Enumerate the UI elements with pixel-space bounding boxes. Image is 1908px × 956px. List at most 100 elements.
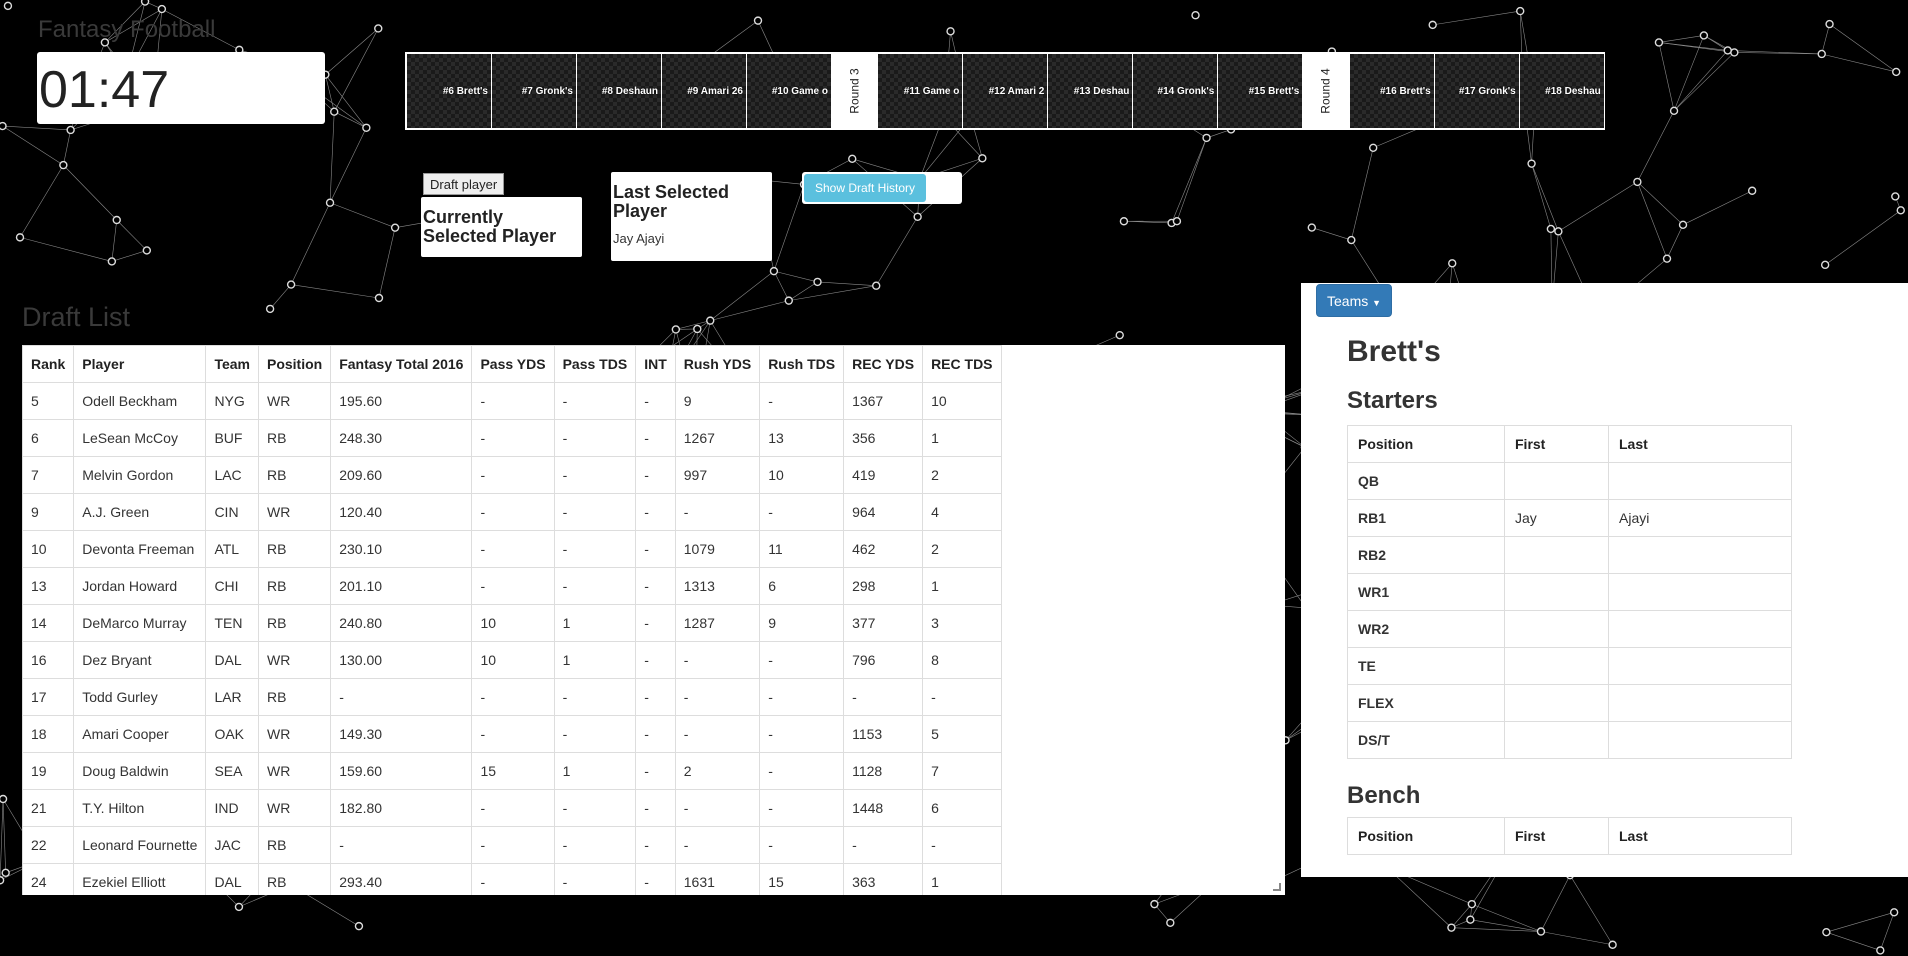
network-link [329, 111, 335, 203]
table-cell: - [471, 456, 555, 494]
network-link [63, 129, 71, 166]
draft-order-strip: #6 Brett's #7 Gronk's #8 Deshaun #9 Amari 2… [405, 52, 1605, 130]
draft-player-button[interactable]: Draft player [423, 173, 505, 195]
column-header: Last [1608, 425, 1792, 463]
network-node [769, 266, 779, 276]
teams-dropdown-button[interactable]: Teams ▼ [1316, 284, 1393, 317]
table-cell: 964 [843, 493, 924, 531]
table-row[interactable]: 24 Ezekiel Elliott DAL RB 293.40- - -1631 15 363… [22, 863, 1002, 895]
table-cell: 6 [759, 567, 845, 605]
resize-handle-icon[interactable] [1273, 883, 1281, 891]
table-cell: 9 [674, 382, 761, 420]
draft-pick-slot[interactable]: #13 Deshau [1048, 54, 1132, 128]
table-cell: - [674, 826, 761, 864]
network-node [1876, 946, 1885, 955]
table-cell: - [759, 826, 845, 864]
pick-label: #11 Game o [903, 85, 960, 97]
network-node [1191, 11, 1200, 20]
network-node [946, 27, 955, 36]
network-link [2, 798, 6, 873]
table-cell: BUF [205, 419, 259, 457]
table-row[interactable]: 21 T.Y. Hilton IND WR 182.80- - - - -1448 6 [22, 789, 1002, 827]
table-cell: CIN [205, 493, 259, 531]
column-header: Pass TDS [553, 345, 637, 383]
network-node [1448, 259, 1457, 268]
network-node [1633, 177, 1642, 187]
network-link [1826, 931, 1881, 951]
column-header: Rush TDS [759, 345, 845, 383]
network-node [848, 154, 857, 163]
roster-last [1608, 684, 1792, 722]
table-cell: SEA [205, 752, 259, 790]
table-row[interactable]: 9 A.J. Green CIN WR 120.40- - - - -964 4 [22, 493, 1002, 531]
network-link [269, 284, 292, 310]
roster-row: WR2 [1347, 610, 1792, 648]
table-cell: - [330, 826, 473, 864]
table-cell: 14 [22, 604, 75, 642]
table-row[interactable]: 13 Jordan Howard CHI RB 201.10- - -1313 6 298 1 [22, 567, 1002, 605]
network-link [788, 285, 877, 301]
network-link [334, 111, 367, 129]
network-node [872, 281, 881, 290]
network-node [1202, 133, 1211, 143]
draft-pick-slot[interactable]: #9 Amari 26 [662, 54, 746, 128]
table-row[interactable]: 22 Leonard Fournette JAC RB - - - - - - - - [22, 826, 1002, 864]
table-row[interactable]: 7 Melvin Gordon LAC RB 209.60- - -997 10 419 2 [22, 456, 1002, 494]
draft-pick-slot[interactable]: #18 Deshau [1519, 54, 1604, 128]
network-link [329, 127, 367, 203]
draft-list-table-container[interactable]: Rank Player Team Position Fantasy Total 2016… [22, 345, 1285, 895]
network-node [0, 794, 8, 804]
table-cell: - [471, 678, 555, 716]
table-row[interactable]: 17 Todd Gurley LAR RB - - - - - - - - [22, 678, 1002, 716]
table-cell: - [922, 826, 1002, 864]
table-cell: 24 [22, 863, 75, 895]
table-cell: - [635, 530, 676, 568]
table-cell: 1079 [674, 530, 761, 568]
table-cell: IND [205, 789, 259, 827]
last-selected-value: Jay Ajayi [613, 231, 665, 246]
show-draft-history-button[interactable]: Show Draft History [804, 174, 926, 202]
table-cell: - [553, 678, 637, 716]
table-cell: - [922, 678, 1002, 716]
roster-position: WR1 [1347, 573, 1505, 611]
draft-pick-slot[interactable]: #7 Gronk's [492, 54, 576, 128]
network-node [1527, 159, 1536, 168]
table-cell: LAC [205, 456, 259, 494]
table-row[interactable]: 19 Doug Baldwin SEA WR 159.60 15 1-2-1128 7 [22, 752, 1002, 790]
table-row[interactable]: 16 Dez Bryant DAL WR 130.00 10 1- - -796 8 [22, 641, 1002, 679]
table-cell: 230.10 [330, 530, 473, 568]
draft-pick-slot[interactable]: #14 Gronk's [1133, 54, 1217, 128]
draft-pick-slot[interactable]: #11 Game o [878, 54, 962, 128]
network-link [333, 28, 379, 112]
table-cell: - [759, 715, 845, 753]
draft-pick-slot[interactable]: #10 Game o [747, 54, 831, 128]
network-node [234, 902, 244, 912]
column-header: REC YDS [843, 345, 924, 383]
draft-pick-slot[interactable]: #8 Deshaun [577, 54, 661, 128]
table-row[interactable]: 14 DeMarco Murray TEN RB 240.80 10 1-1287 9 377 3 [22, 604, 1002, 642]
network-node [1, 868, 10, 878]
draft-pick-slot[interactable]: #12 Amari 2 [963, 54, 1047, 128]
draft-pick-slot[interactable]: #15 Brett's [1218, 54, 1302, 128]
network-node [0, 121, 7, 131]
table-row[interactable]: 18 Amari Cooper OAK WR 149.30- - - - -1153 5 [22, 715, 1002, 753]
network-node [784, 296, 794, 305]
table-cell: Jordan Howard [73, 567, 207, 605]
table-cell: - [674, 715, 761, 753]
table-cell: RB [257, 678, 332, 716]
roster-first [1504, 536, 1609, 574]
table-cell: 1287 [674, 604, 761, 642]
draft-pick-slot[interactable]: #16 Brett's [1349, 54, 1434, 128]
table-cell: 240.80 [330, 604, 473, 642]
draft-pick-slot[interactable]: #6 Brett's [407, 54, 491, 128]
table-row[interactable]: 5 Odell Beckham NYG WR 195.60- - -9-1367 10 [22, 382, 1002, 420]
network-link [773, 270, 790, 301]
table-cell: - [674, 678, 761, 716]
column-header: First [1504, 425, 1609, 463]
table-row[interactable]: 6 LeSean McCoy BUF RB 248.30- - -1267 13 356 1 [22, 419, 1002, 457]
table-cell: 462 [843, 530, 924, 568]
network-link [63, 164, 117, 221]
table-cell: RB [257, 567, 332, 605]
draft-pick-slot[interactable]: #17 Gronk's [1434, 54, 1519, 128]
table-row[interactable]: 10 Devonta Freeman ATL RB 230.10- - -1079 11 462… [22, 530, 1002, 568]
